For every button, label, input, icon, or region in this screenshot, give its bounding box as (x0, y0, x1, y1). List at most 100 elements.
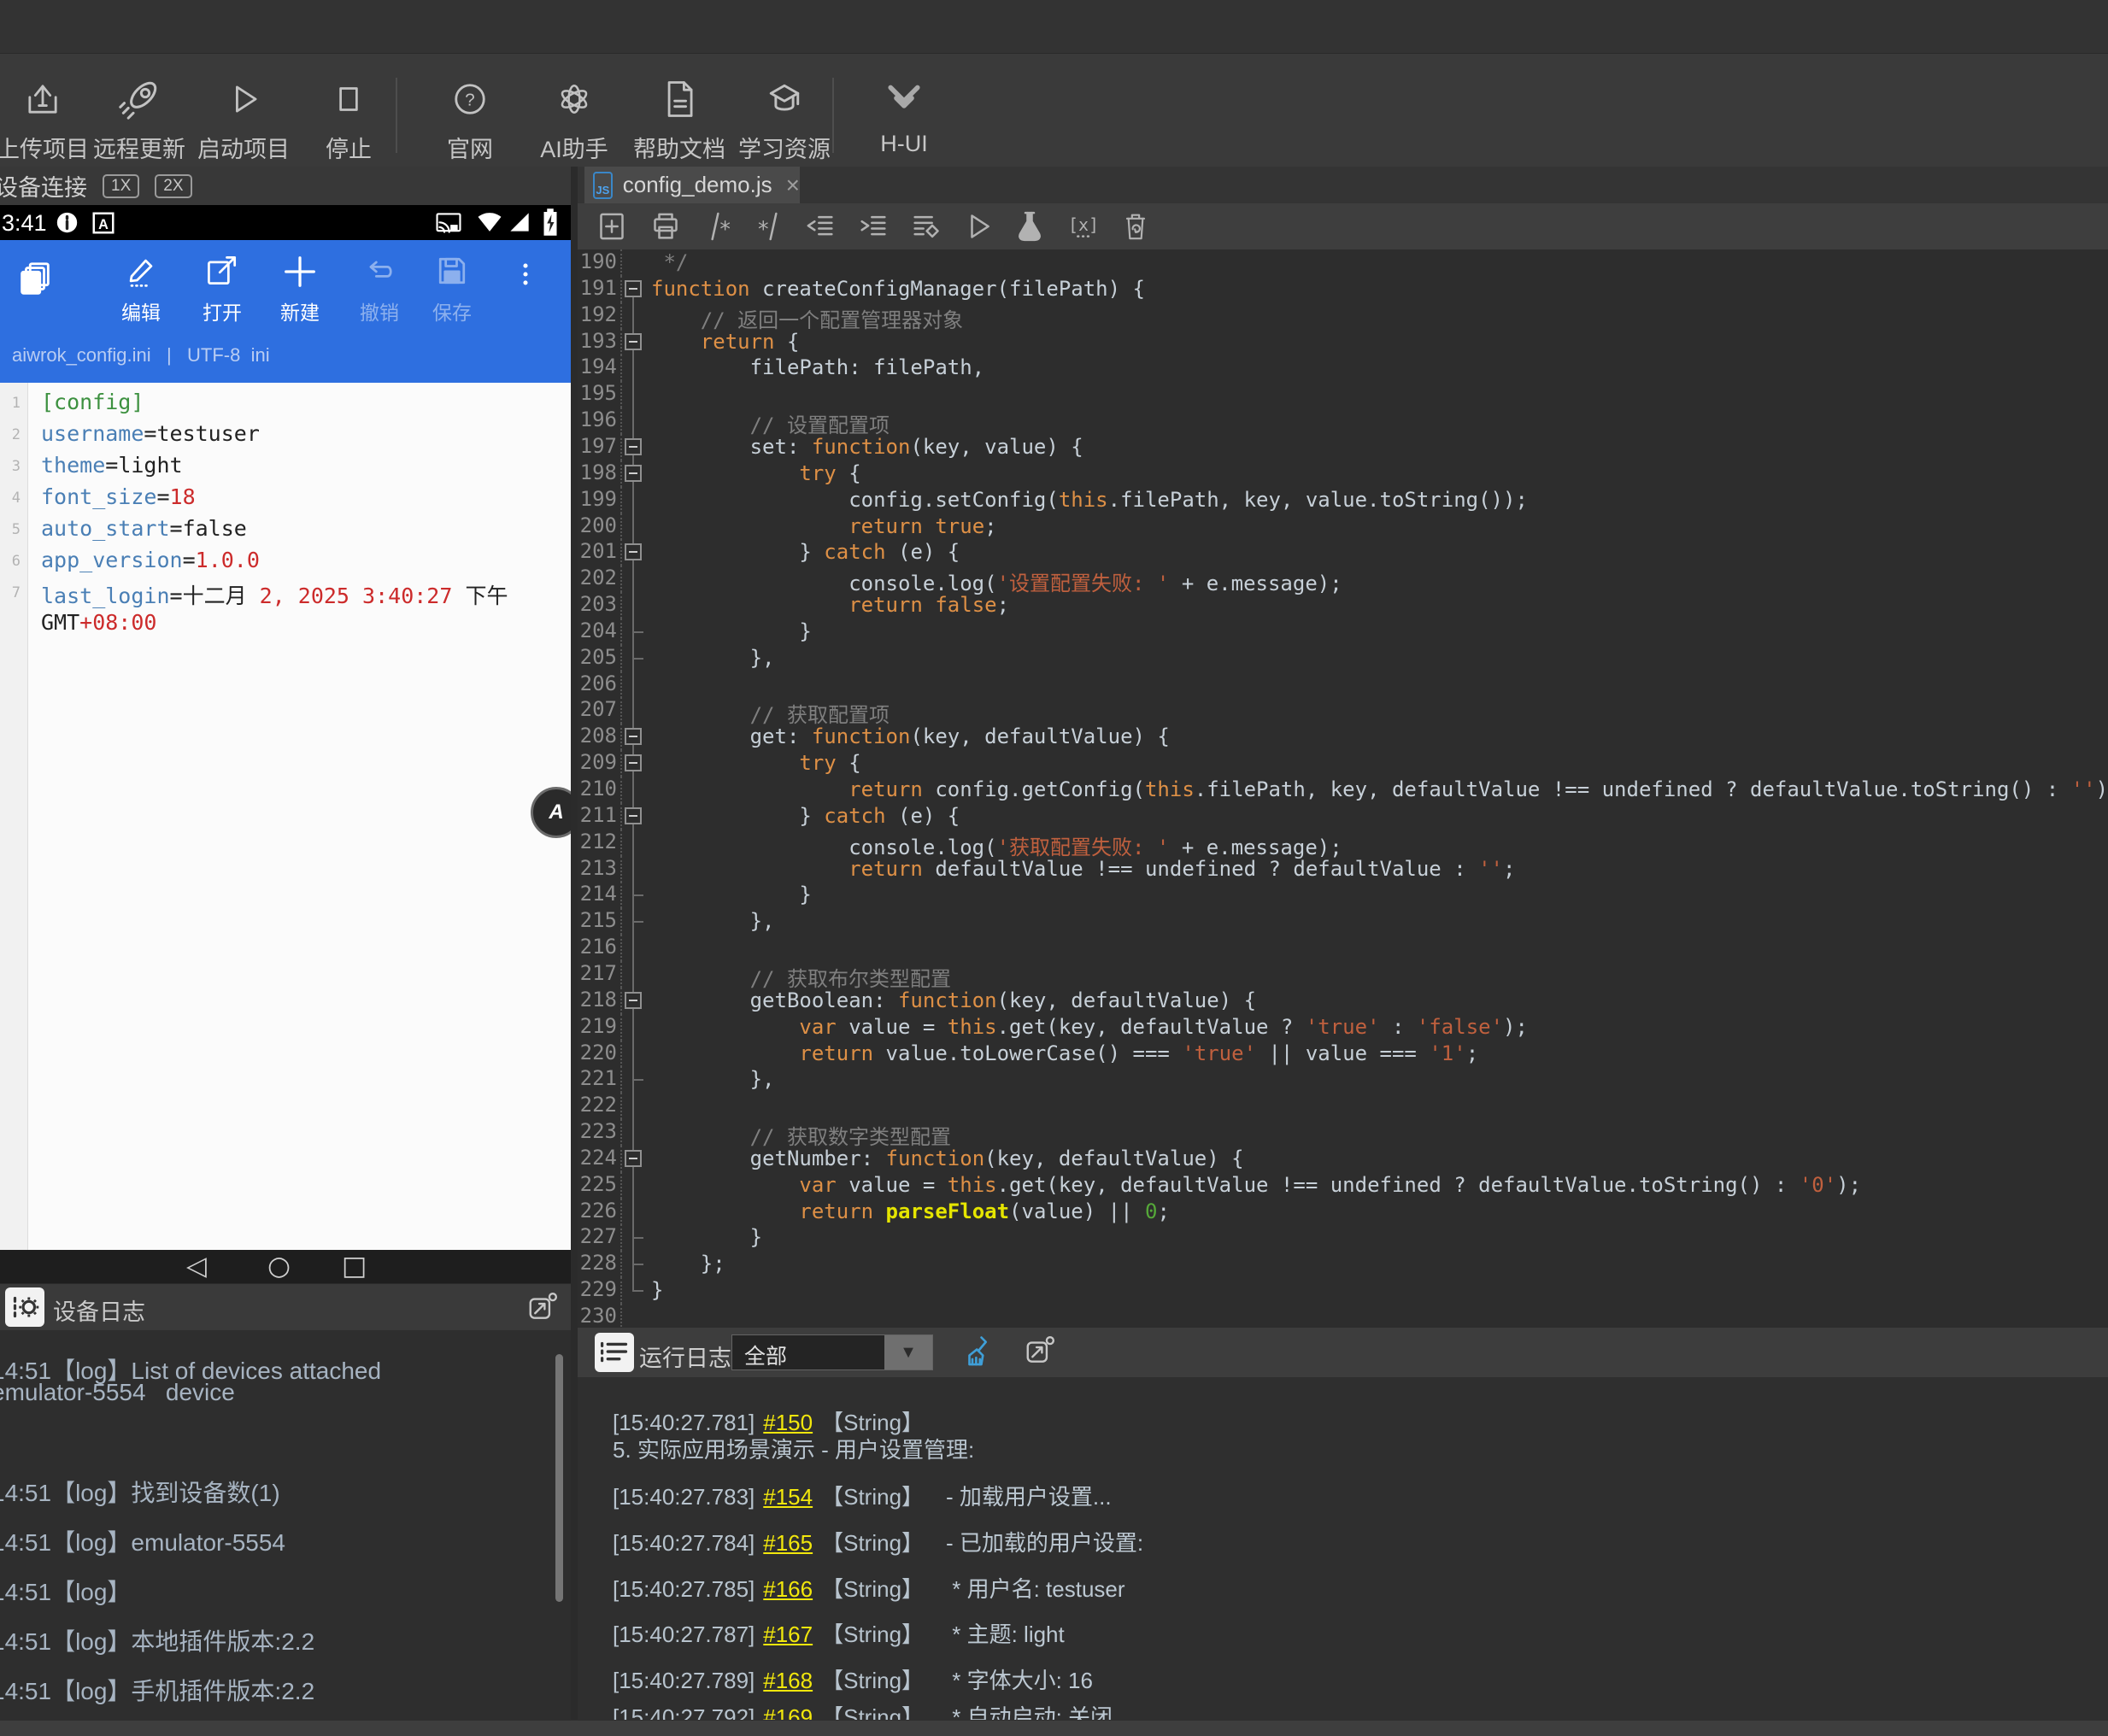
code-text: }; (651, 1252, 725, 1276)
appbar-action-edit[interactable]: 编辑 (94, 252, 188, 326)
code-line: 223 // 获取数字类型配置 (578, 1119, 2108, 1149)
log-id-link[interactable]: #167 (763, 1622, 813, 1647)
statusbar-clock: 3:41 (2, 210, 47, 236)
log-message: - 加载用户设置... (946, 1484, 1112, 1510)
svg-text:?: ? (465, 91, 474, 110)
code-text: } (651, 883, 812, 907)
fold-toggle-icon[interactable] (625, 464, 642, 482)
log-timestamp: [15:40:27.785] (613, 1576, 755, 1602)
panel-divider[interactable] (571, 167, 578, 1720)
stack-copy-icon[interactable] (15, 259, 55, 302)
fold-toggle-icon[interactable] (625, 332, 642, 350)
cap-icon (720, 69, 848, 129)
code-line: 212 console.log('获取配置失败: ' + e.message); (578, 829, 2108, 859)
log-id-link[interactable]: #150 (763, 1410, 813, 1435)
log-id-link[interactable]: #165 (763, 1530, 813, 1556)
pencil-icon (94, 252, 188, 296)
line-number: 201 (578, 539, 622, 566)
code-text: } (651, 619, 812, 643)
format-code-icon[interactable] (907, 209, 945, 243)
log-message: - 已加载的用户设置: (946, 1530, 1144, 1556)
save-icon (405, 252, 499, 296)
ini-file-editor[interactable]: 1 2 3 4 5 6 7 A [config] username=testuser theme… (0, 383, 571, 1250)
log-type-tag: 【String】 (821, 1410, 925, 1435)
log-id-link[interactable]: #154 (763, 1484, 813, 1510)
test-flask-icon[interactable] (1011, 209, 1048, 243)
line-number: 198 (578, 460, 622, 487)
fold-toggle-icon[interactable] (625, 806, 642, 824)
tab-close-icon[interactable]: × (786, 172, 800, 199)
log-type-tag: 【String】 (821, 1622, 925, 1647)
comment-open-icon[interactable]: * (701, 209, 738, 243)
log-id-link[interactable]: #168 (763, 1668, 813, 1693)
fold-toggle-icon[interactable] (625, 543, 642, 561)
log-id-link[interactable]: #169 (763, 1704, 813, 1720)
device-log-output[interactable]: 14:51【log】List of devices attached emulat… (0, 1330, 571, 1720)
log-type-tag: 【String】 (821, 1576, 925, 1602)
nav-recents-icon[interactable]: □ (342, 1251, 367, 1281)
comment-close-icon[interactable]: * (750, 209, 788, 243)
variables-icon[interactable]: [x] (1065, 209, 1102, 243)
device-log-icon (5, 1287, 44, 1327)
line-number: 230 (578, 1304, 622, 1327)
device-log-line: 14:51【log】手机插件版本:2.2 (0, 1678, 315, 1704)
code-editor[interactable]: 190 */191 function createConfigManager(fi… (578, 249, 2108, 1327)
code-line: 191 function createConfigManager(filePath… (578, 275, 2108, 302)
editor-tabbar: JS config_demo.js × (578, 167, 2108, 203)
code-line: 227 } (578, 1224, 2108, 1252)
toolbar-item-label: H-UI (880, 131, 928, 156)
line-number: 205 (578, 644, 622, 672)
code-text: getBoolean: function(key, defaultValue) … (651, 988, 1257, 1012)
dropdown-arrow-icon[interactable]: ▼ (884, 1335, 932, 1369)
run-log-icon (595, 1333, 634, 1372)
tab-config-demo-js[interactable]: JS config_demo.js × (584, 167, 800, 203)
line-number: 206 (578, 671, 622, 698)
log-message: * 自动启动: 关闭 (946, 1704, 1113, 1720)
window-top-strip (0, 0, 2108, 54)
outdent-icon[interactable] (802, 209, 839, 243)
code-line: 217 // 获取布尔类型配置 (578, 960, 2108, 991)
code-line: 220 return value.toLowerCase() === 'true… (578, 1040, 2108, 1067)
nav-back-icon[interactable]: ◁ (186, 1251, 207, 1281)
overflow-menu-icon[interactable] (511, 255, 540, 297)
indent-icon[interactable] (854, 209, 892, 243)
code-text: return true; (848, 513, 997, 538)
toolbar-item-learning-resources[interactable]: 学习资源 (720, 69, 848, 164)
code-line: 199 config.setConfig(this.filePath, key,… (578, 486, 2108, 513)
clear-log-brush-icon[interactable] (960, 1334, 996, 1375)
line-number: 221 (578, 1066, 622, 1094)
fold-toggle-icon[interactable] (625, 437, 642, 455)
fold-toggle-icon[interactable] (625, 728, 642, 746)
run-script-icon[interactable] (960, 209, 997, 243)
fold-toggle-icon[interactable] (625, 279, 642, 297)
svg-text:*: * (757, 217, 770, 242)
line-number: 213 (578, 855, 622, 883)
code-text: getNumber: function(key, defaultValue) { (651, 1146, 1244, 1170)
device-log-line: 14:51【log】找到设备数(1) (0, 1480, 280, 1506)
expand-panel-icon[interactable] (526, 1291, 559, 1328)
toolbar-item-stop-project[interactable]: 停止 (285, 69, 413, 164)
expand-panel-icon[interactable] (1024, 1334, 1056, 1371)
run-log-row: [15:40:27.783] #154 【String】 - 加载用户设置... (613, 1480, 1112, 1511)
log-id-link[interactable]: #166 (763, 1576, 813, 1602)
fold-toggle-icon[interactable] (625, 991, 642, 1009)
fold-toggle-icon[interactable] (625, 754, 642, 772)
log-type-tag: 【String】 (821, 1530, 925, 1556)
ini-line: [config] (41, 390, 144, 414)
scale-1x-button[interactable]: 1X (103, 173, 140, 198)
fold-end-mark (632, 921, 643, 924)
clear-trash-icon[interactable] (1117, 209, 1154, 243)
scale-2x-button[interactable]: 2X (155, 173, 192, 198)
code-line: 194 filePath: filePath, (578, 355, 2108, 382)
print-icon[interactable] (647, 209, 684, 243)
floating-assist-ball[interactable]: A (531, 787, 571, 838)
code-line: 222 (578, 1093, 2108, 1120)
nav-home-icon[interactable]: ○ (267, 1251, 291, 1281)
device-log-scrollbar[interactable] (555, 1354, 563, 1602)
horizontal-scrollbar-track[interactable] (0, 1720, 2108, 1736)
run-log-output[interactable]: [15:40:27.781] #150 【String】 5. 实际应用场景演示 - … (578, 1377, 2108, 1720)
new-file-icon[interactable] (593, 209, 631, 243)
log-filter-select[interactable]: 全部 ▼ (731, 1334, 933, 1370)
fold-toggle-icon[interactable] (625, 1149, 642, 1167)
device-mirror-screen[interactable]: 3:41 A aiwrok_config.ini | UTF-8 ini 编辑 … (0, 205, 571, 1283)
